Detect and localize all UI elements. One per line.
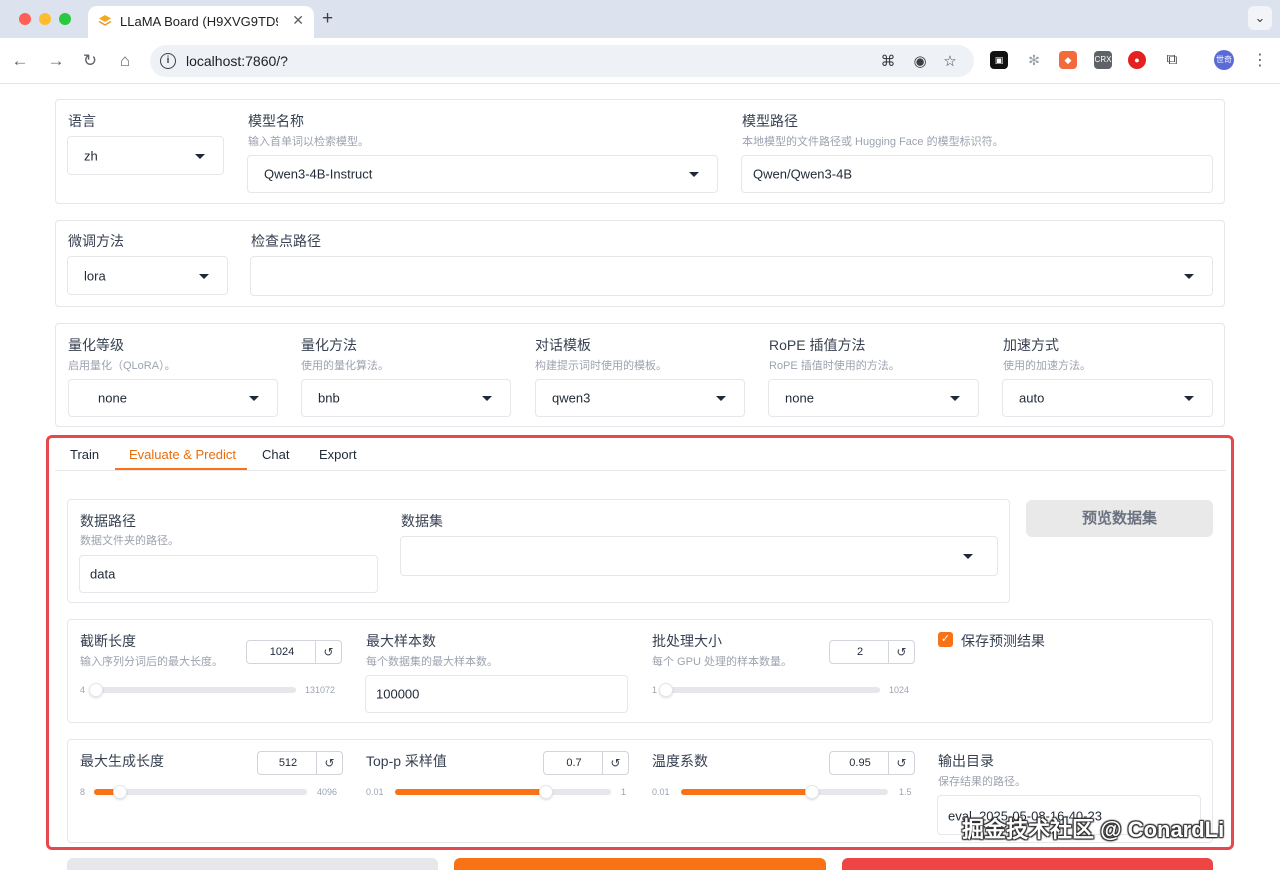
minimize-window-button[interactable] xyxy=(39,13,51,25)
checkpoint-label: 检查点路径 xyxy=(251,231,321,251)
close-tab-icon[interactable]: ✕ xyxy=(292,12,304,29)
chevron-down-icon xyxy=(1184,396,1194,401)
quant-bit-dropdown[interactable]: none xyxy=(68,379,278,417)
rope-value: none xyxy=(785,391,814,406)
browser-tab-bar: LLaMA Board (H9XVG9TD99 ✕ + ⌄ xyxy=(0,0,1280,38)
layers-icon xyxy=(98,14,112,28)
model-name-dropdown[interactable]: Qwen3-4B-Instruct xyxy=(247,155,718,193)
tab-search-chevron-icon[interactable]: ⌄ xyxy=(1248,6,1272,30)
bottom-button-2[interactable] xyxy=(454,858,826,870)
lang-label: 语言 xyxy=(68,111,96,131)
translate-icon[interactable]: ⌘ xyxy=(878,52,898,72)
forward-arrow-icon[interactable]: → xyxy=(44,49,68,73)
chevron-down-icon xyxy=(199,274,209,279)
address-bar[interactable]: i localhost:7860/? ⌘ ◉ ☆ xyxy=(150,45,974,77)
new-tab-icon[interactable]: + xyxy=(322,8,333,30)
chevron-down-icon xyxy=(195,154,205,159)
model-path-value[interactable]: Qwen/Qwen3-4B xyxy=(753,167,852,182)
rope-dropdown[interactable]: none xyxy=(768,379,979,417)
booster-value: auto xyxy=(1019,391,1044,406)
finetune-method-value: lora xyxy=(84,268,106,283)
browser-tab-title: LLaMA Board (H9XVG9TD99 xyxy=(120,14,278,29)
crx-icon[interactable]: CRX xyxy=(1094,51,1112,69)
home-icon[interactable]: ⌂ xyxy=(113,49,137,73)
site-info-icon[interactable]: i xyxy=(160,53,176,69)
chevron-down-icon xyxy=(689,172,699,177)
quant-method-info: 使用的量化算法。 xyxy=(301,357,389,373)
model-name-label: 模型名称 xyxy=(248,111,304,131)
model-name-info: 输入首单词以检索模型。 xyxy=(248,133,369,149)
reload-icon[interactable]: ↻ xyxy=(78,49,102,73)
highlight-frame xyxy=(46,435,1234,850)
maximize-window-button[interactable] xyxy=(59,13,71,25)
media-icon[interactable]: ▣ xyxy=(990,51,1008,69)
close-window-button[interactable] xyxy=(19,13,31,25)
profile-avatar[interactable]: 世奇 xyxy=(1214,50,1234,70)
template-label: 对话模板 xyxy=(535,335,591,355)
lang-dropdown[interactable]: zh xyxy=(67,136,224,175)
rope-info: RoPE 插值时使用的方法。 xyxy=(769,357,900,373)
booster-info: 使用的加速方法。 xyxy=(1003,357,1091,373)
template-dropdown[interactable]: qwen3 xyxy=(535,379,745,417)
quant-method-label: 量化方法 xyxy=(301,335,357,355)
quant-bit-value: none xyxy=(98,391,127,406)
template-info: 构建提示词时使用的模板。 xyxy=(535,357,667,373)
chevron-down-icon xyxy=(716,396,726,401)
bottom-button-3[interactable] xyxy=(842,858,1213,870)
model-name-value: Qwen3-4B-Instruct xyxy=(264,167,372,182)
model-path-input[interactable]: Qwen/Qwen3-4B xyxy=(741,155,1213,193)
watermark: 掘金技术社区 @ ConardLi xyxy=(962,812,1224,844)
template-value: qwen3 xyxy=(552,391,590,406)
url-text[interactable]: localhost:7860/? xyxy=(186,53,288,69)
model-path-label: 模型路径 xyxy=(742,111,798,131)
booster-label: 加速方式 xyxy=(1003,335,1059,355)
sparkle-icon[interactable]: ✻ xyxy=(1025,51,1043,69)
record-icon[interactable]: ● xyxy=(1128,51,1146,69)
chevron-down-icon xyxy=(482,396,492,401)
back-arrow-icon[interactable]: ← xyxy=(8,49,32,73)
quant-method-value: bnb xyxy=(318,391,340,406)
browser-toolbar: ← → ↻ ⌂ i localhost:7860/? ⌘ ◉ ☆ ▣ ✻ ◆ C… xyxy=(0,38,1280,84)
finetune-method-label: 微调方法 xyxy=(68,231,124,251)
quant-method-dropdown[interactable]: bnb xyxy=(301,379,511,417)
quant-bit-label: 量化等级 xyxy=(68,335,124,355)
lang-value: zh xyxy=(84,148,98,163)
model-path-info: 本地模型的文件路径或 Hugging Face 的模型标识符。 xyxy=(742,133,1004,149)
bottom-button-1[interactable] xyxy=(67,858,438,870)
more-menu-icon[interactable]: ⋮ xyxy=(1252,50,1268,70)
browser-tab[interactable]: LLaMA Board (H9XVG9TD99 ✕ xyxy=(88,6,314,38)
puzzle-icon[interactable]: ⧉ xyxy=(1163,51,1181,69)
chevron-down-icon xyxy=(249,396,259,401)
rope-label: RoPE 插值方法 xyxy=(769,335,865,355)
chevron-down-icon xyxy=(950,396,960,401)
checkpoint-dropdown[interactable] xyxy=(250,256,1213,296)
chevron-down-icon xyxy=(1184,274,1194,279)
fire-icon[interactable]: ◆ xyxy=(1059,51,1077,69)
eye-off-icon[interactable]: ◉ xyxy=(910,52,930,72)
finetune-method-dropdown[interactable]: lora xyxy=(67,256,228,295)
quant-bit-info: 启用量化（QLoRA）。 xyxy=(68,357,176,373)
booster-dropdown[interactable]: auto xyxy=(1002,379,1213,417)
bookmark-star-icon[interactable]: ☆ xyxy=(940,52,960,72)
